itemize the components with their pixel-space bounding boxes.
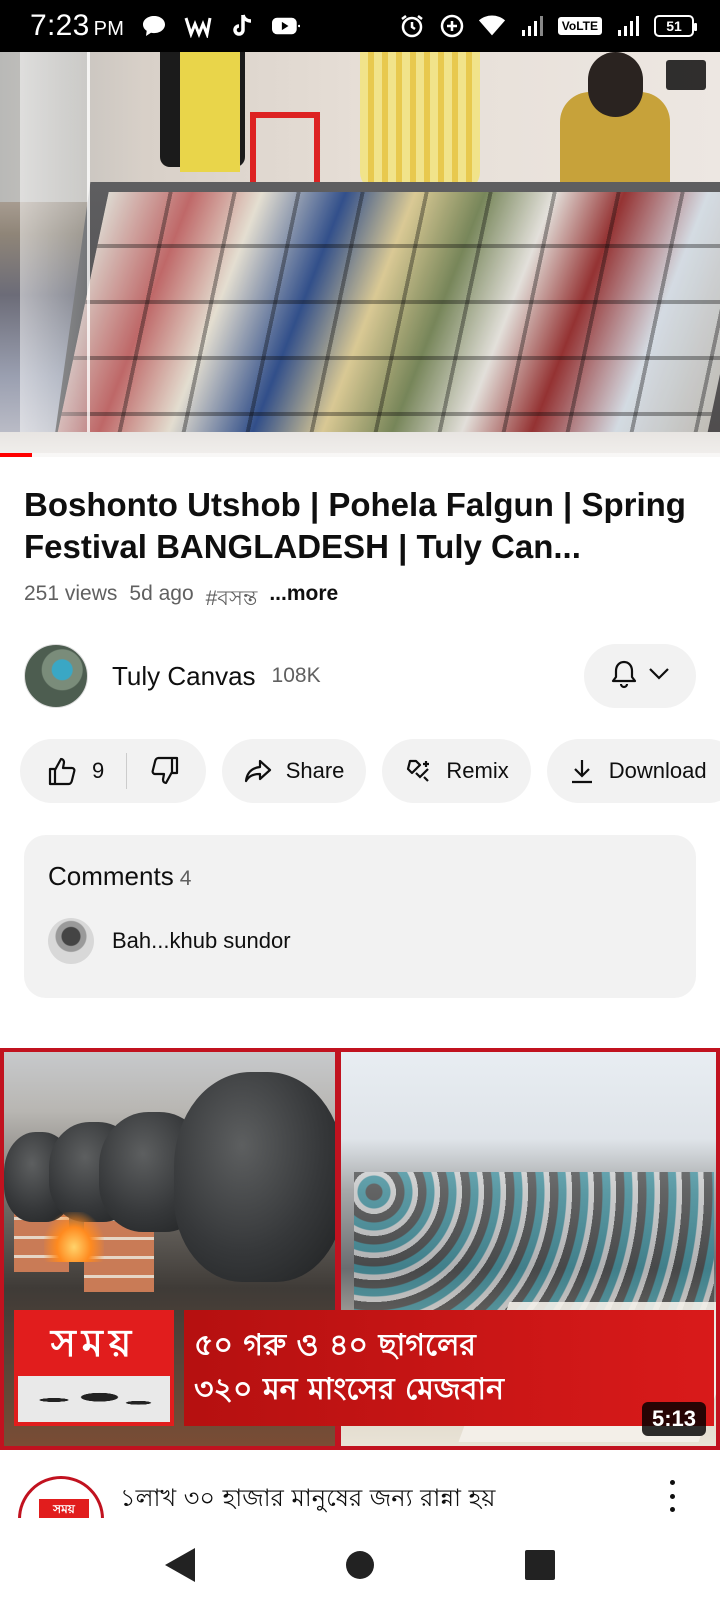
dislike-button[interactable] — [149, 755, 181, 787]
thumbs-down-icon — [151, 756, 179, 785]
video-frame-person — [360, 52, 480, 192]
video-player[interactable] — [0, 52, 720, 457]
clock-time: 7:23 — [30, 9, 90, 42]
like-button[interactable]: 9 — [46, 755, 104, 787]
thumbnail-banner: সময় ৫০ গরু ও ৪০ ছাগলের ৩২০ মন মাংসের মে… — [14, 1310, 714, 1426]
back-icon[interactable] — [165, 1548, 196, 1582]
battery-icon: 51 — [654, 15, 697, 37]
video-frame-books — [51, 192, 720, 457]
channel-avatar[interactable] — [24, 644, 88, 708]
video-frame-glass — [20, 52, 90, 457]
thumbnail-headline: ৫০ গরু ও ৪০ ছাগলের ৩২০ মন মাংসের মেজবান — [184, 1310, 714, 1426]
channel-watermark — [666, 60, 706, 90]
system-icons: VoLTE 51 — [398, 12, 697, 40]
next-video-thumbnail[interactable]: সময় ৫০ গরু ও ৪০ ছাগলের ৩২০ মন মাংসের মে… — [0, 1048, 720, 1450]
comments-heading-text: Comments — [48, 861, 174, 891]
video-frame-person — [180, 52, 240, 172]
notification-bell-button[interactable] — [584, 644, 696, 708]
remix-icon — [407, 759, 430, 782]
thumbs-up-icon — [48, 757, 76, 786]
next-video-info[interactable]: সময় ১লাখ ৩০ হাজার মানুষের জন্য রান্না হ… — [0, 1462, 720, 1562]
top-comment-text: Bah...khub sundor — [112, 928, 291, 953]
view-count: 251 views — [24, 582, 118, 605]
status-bar: 7:23 PM VoLTE 51 — [0, 0, 720, 52]
chat-bubble-icon — [140, 12, 168, 40]
more-options-icon[interactable] — [664, 1480, 680, 1512]
more-link[interactable]: ...more — [269, 582, 338, 617]
signal-icon — [518, 12, 546, 40]
download-button[interactable]: Download — [546, 739, 720, 803]
upload-age: 5d ago — [129, 582, 194, 605]
video-title[interactable]: Boshonto Utshob | Pohela Falgun | Spring… — [24, 484, 704, 568]
somoy-logo: সময় — [14, 1310, 174, 1426]
action-bar: 9 Share Remix Download — [20, 739, 720, 803]
remix-label: Remix — [446, 758, 509, 783]
hashtag-link[interactable]: #বসন্ত — [206, 582, 258, 617]
battery-level: 51 — [666, 18, 682, 34]
world-map-icon — [18, 1376, 170, 1422]
comments-heading: Comments 4 — [48, 861, 191, 892]
next-video-title[interactable]: ১লাখ ৩০ হাজার মানুষের জন্য রান্না হয় — [120, 1480, 495, 1520]
recents-icon[interactable] — [524, 1550, 555, 1580]
share-button[interactable]: Share — [221, 739, 367, 803]
video-duration-badge: 5:13 — [641, 1402, 706, 1436]
like-divider — [126, 753, 128, 789]
comments-panel[interactable]: Comments 4 Bah...khub sundor — [24, 835, 696, 998]
comments-count: 4 — [179, 867, 192, 890]
download-icon — [571, 760, 592, 784]
app-notification-icon — [184, 12, 212, 40]
home-icon[interactable] — [345, 1551, 374, 1579]
subscriber-count: 108K — [271, 664, 321, 687]
clock-ampm: PM — [93, 18, 125, 40]
somoy-logo-text: সময় — [50, 1321, 138, 1365]
remix-button[interactable]: Remix — [382, 739, 531, 803]
bell-icon — [610, 659, 638, 694]
thumbnail-fire — [44, 1212, 104, 1262]
system-nav-bar — [0, 1518, 720, 1612]
next-channel-logo: সময় — [39, 1499, 89, 1519]
wifi-icon — [478, 12, 506, 40]
channel-row[interactable]: Tuly Canvas 108K — [24, 644, 696, 708]
like-dislike-group: 9 — [20, 739, 206, 803]
signal-icon-2 — [614, 12, 642, 40]
volte-badge: VoLTE — [557, 17, 602, 35]
chevron-down-icon — [648, 667, 670, 686]
video-meta[interactable]: 251 views 5d ago #বসন্ত ...more — [24, 582, 338, 617]
youtube-icon — [272, 12, 301, 40]
alarm-icon — [398, 12, 426, 40]
video-frame-person — [588, 52, 643, 117]
thumbnail-pot — [174, 1072, 344, 1282]
headline-line-2: ৩২০ মন মাংসের মেজবান — [194, 1372, 505, 1407]
commenter-avatar — [48, 918, 94, 964]
like-count: 9 — [92, 758, 105, 783]
tiktok-icon — [228, 12, 256, 40]
data-saver-icon — [438, 12, 466, 40]
thumbnail-crowd — [354, 1172, 714, 1322]
clock: 7:23 PM — [30, 9, 124, 43]
download-label: Download — [608, 758, 707, 783]
share-label: Share — [285, 758, 345, 783]
notification-icons — [140, 12, 301, 40]
headline-line-1: ৫০ গরু ও ৪০ ছাগলের — [194, 1328, 476, 1363]
share-icon — [244, 759, 271, 783]
channel-name[interactable]: Tuly Canvas — [112, 661, 256, 692]
